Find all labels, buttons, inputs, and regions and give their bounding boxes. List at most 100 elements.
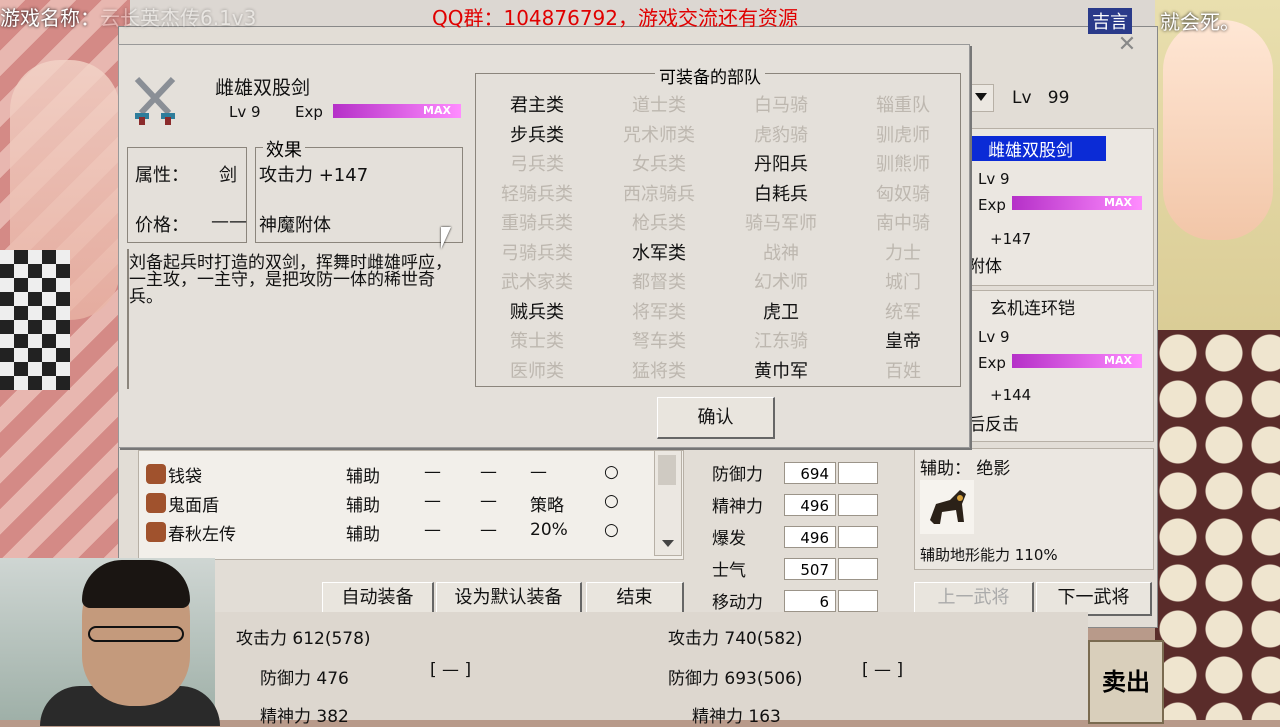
mouse-cursor <box>441 227 451 249</box>
item-level: Lv 9 <box>229 103 261 121</box>
compare-right-def: 防御力 693(506) <box>668 669 803 689</box>
item-exp-label: Exp <box>295 103 323 121</box>
confirm-button[interactable]: 确认 <box>657 397 775 439</box>
armor-slot-lv: Lv 9 <box>978 328 1010 346</box>
finish-button[interactable]: 结束 <box>586 582 684 616</box>
unit-type: 咒术师类 <box>623 124 695 146</box>
unit-type: 丹阳兵 <box>754 154 808 175</box>
item-list-cell: — <box>424 462 441 482</box>
unit-type: 女兵类 <box>632 154 686 175</box>
right-background-art <box>1155 0 1280 720</box>
unit-type: 百姓 <box>885 360 921 382</box>
item-list-cell: 20% <box>530 520 568 540</box>
item-list-cell: — <box>480 491 497 511</box>
unit-type: 西凉骑兵 <box>623 183 695 205</box>
item-description: 刘备起兵时打造的双剑，挥舞时雌雄呼应，一主攻，一主守，是把攻防一体的稀世奇兵。 <box>129 253 452 307</box>
stat-label: 防御力 <box>712 465 763 485</box>
weapon-slot-atk: +147 <box>990 230 1032 248</box>
unit-type: 武术家类 <box>501 272 573 293</box>
stat-bonus-box <box>838 462 878 484</box>
item-list-cell[interactable]: 钱袋 <box>168 462 202 487</box>
compare-left-spi: 精神力 382 <box>260 707 349 727</box>
sell-button[interactable]: 卖出 <box>1088 640 1164 724</box>
unit-type: 白耗兵 <box>754 183 808 205</box>
webcam-overlay <box>0 558 220 726</box>
close-icon[interactable]: ✕ <box>1116 34 1138 56</box>
armor-slot-def: +144 <box>990 386 1032 404</box>
armor-slot-name: 玄机连环铠 <box>990 299 1075 319</box>
stat-bonus-box <box>838 590 878 612</box>
item-list-cell: ○ <box>604 520 619 540</box>
item-exp-bar: MAX <box>333 104 461 118</box>
unit-type: 匈奴骑 <box>876 183 930 205</box>
effect-line-2: 神魔附体 <box>259 215 331 236</box>
attr-label: 属性： <box>135 165 189 186</box>
unit-type: 都督类 <box>632 272 686 293</box>
game-title-overlay: 游戏名称：云长英杰传6.1v3 <box>0 6 257 30</box>
list-scrollbar[interactable] <box>654 450 682 556</box>
armor-slot-effect: 后反击 <box>968 415 1019 435</box>
right-tag: 吉言 <box>1088 8 1132 34</box>
unit-type: 水军类 <box>632 242 686 264</box>
stat-value: 694 <box>784 462 836 484</box>
dot-pattern <box>1155 330 1280 720</box>
item-list-cell[interactable]: 春秋左传 <box>168 520 236 545</box>
unit-type: 力士 <box>885 242 921 264</box>
prev-general-button[interactable]: 上一武将 <box>914 582 1034 616</box>
item-list-cell: ○ <box>604 462 619 482</box>
unit-type: 猛将类 <box>632 360 686 382</box>
item-list-cell: — <box>424 491 441 511</box>
right-caption: 就会死。 <box>1160 10 1240 34</box>
item-list-cell: — <box>424 520 441 540</box>
unit-type: 枪兵类 <box>632 213 686 234</box>
assist-slot-title: 辅助： 绝影 <box>920 459 1011 479</box>
stat-bonus-box <box>838 558 878 580</box>
armor-slot-exp-label: Exp <box>978 354 1006 372</box>
price-value: —— <box>211 211 247 232</box>
item-list-cell: — <box>530 462 547 482</box>
stat-bonus-box <box>838 494 878 516</box>
unit-type: 战神 <box>763 242 799 264</box>
units-title: 可装备的部队 <box>655 63 765 88</box>
qq-banner: QQ群：104876792，游戏交流还有资源 <box>432 6 799 30</box>
unit-type: 驯熊师 <box>876 154 930 175</box>
item-list-cell: 辅助 <box>346 496 380 516</box>
item-detail-dialog: 雌雄双股剑 Lv 9 Exp MAX 属性： 剑 价格： —— 效果 攻击力 +… <box>118 44 970 448</box>
unit-type: 江东骑 <box>754 331 808 352</box>
item-list-cell: 辅助 <box>346 467 380 487</box>
chevron-down-icon[interactable] <box>662 540 674 547</box>
stat-label: 爆发 <box>712 529 746 549</box>
stat-value: 6 <box>784 590 836 612</box>
item-list-cell: — <box>480 462 497 482</box>
item-icon <box>146 493 166 513</box>
compare-left-def: 防御力 476 <box>260 669 349 689</box>
auto-equip-button[interactable]: 自动装备 <box>322 582 434 616</box>
next-general-button[interactable]: 下一武将 <box>1036 582 1152 616</box>
stat-value: 507 <box>784 558 836 580</box>
weapon-slot-exp-bar: MAX <box>1012 196 1142 210</box>
unit-type: 弓骑兵类 <box>501 242 573 264</box>
item-list-cell: 辅助 <box>346 525 380 545</box>
assist-terrain: 辅助地形能力 110% <box>920 546 1058 564</box>
unit-type: 贼兵类 <box>510 301 564 323</box>
compare-right-atk: 攻击力 740(582) <box>668 629 803 649</box>
item-list-cell[interactable]: 鬼面盾 <box>168 491 219 516</box>
item-list-cell: ○ <box>604 491 619 511</box>
stat-bonus-box <box>838 526 878 548</box>
stat-label: 士气 <box>712 561 746 581</box>
unit-type: 将军类 <box>632 301 686 323</box>
unit-type: 轻骑兵类 <box>501 183 573 205</box>
compare-right-slot: [ — ] <box>862 660 904 680</box>
dropdown-arrow-icon[interactable] <box>968 84 994 112</box>
unit-type: 策士类 <box>510 331 564 352</box>
unit-type: 重骑兵类 <box>501 213 573 234</box>
unit-type: 虎卫 <box>763 301 799 323</box>
set-default-equip-button[interactable]: 设为默认装备 <box>436 582 582 616</box>
price-label: 价格： <box>135 215 189 236</box>
unit-type: 步兵类 <box>510 124 564 146</box>
general-level: Lv 99 <box>1012 88 1070 108</box>
stat-label: 精神力 <box>712 497 763 517</box>
unit-type: 黄巾军 <box>754 360 808 382</box>
compare-left-slot: [ — ] <box>430 660 472 680</box>
checker-pattern <box>0 250 70 390</box>
